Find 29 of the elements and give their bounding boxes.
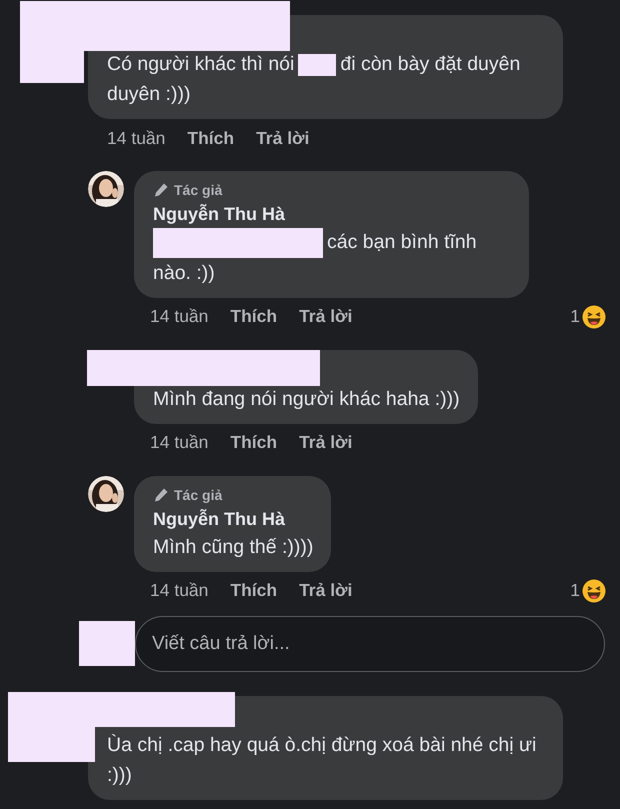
reaction-count[interactable]: 1 bbox=[570, 306, 580, 328]
pen-icon bbox=[153, 486, 169, 503]
timestamp[interactable]: 14 tuần bbox=[150, 432, 208, 454]
timestamp[interactable]: 14 tuần bbox=[150, 306, 208, 328]
like-link[interactable]: Thích bbox=[187, 128, 234, 148]
like-link[interactable]: Thích bbox=[230, 306, 278, 328]
commenter-name[interactable]: Nguyễn Thu Hà bbox=[153, 201, 511, 227]
timestamp[interactable]: 14 tuần bbox=[150, 580, 208, 602]
pen-icon bbox=[153, 182, 169, 198]
laughing-emoji-icon bbox=[582, 578, 606, 603]
commenter-name[interactable]: Nguyễn Thu Hà bbox=[153, 506, 314, 532]
comment-text: Mình đang nói người khác haha :))) bbox=[153, 386, 460, 412]
reply-link[interactable]: Trả lời bbox=[299, 580, 352, 602]
like-link[interactable]: Thích bbox=[230, 432, 278, 454]
comment-text: Ùa chị .cap hay quá ò.chị đừng xoá bài nhé chị ưi :))) bbox=[107, 732, 538, 788]
redaction-box bbox=[79, 621, 135, 666]
reply-link[interactable]: Trả lời bbox=[299, 306, 352, 328]
author-label: Tác giả bbox=[174, 486, 222, 503]
comment-text: các bạn bình tĩnh nào. :)) bbox=[153, 227, 511, 288]
comment-text: Có người khác thì nói đi còn bày đặt duyên duyên :))) bbox=[107, 52, 522, 107]
laughing-emoji-icon bbox=[582, 304, 606, 329]
author-label: Tác giả bbox=[174, 182, 222, 198]
reaction-count[interactable]: 1 bbox=[570, 580, 580, 602]
timestamp[interactable]: 14 tuần bbox=[107, 128, 166, 148]
comment-text: Mình cũng thế :)))) bbox=[153, 534, 314, 560]
reply-link[interactable]: Trả lời bbox=[299, 432, 352, 454]
reply-link[interactable]: Trả lời bbox=[256, 128, 310, 148]
reply-field[interactable]: Viết câu trả lời... bbox=[135, 616, 605, 672]
like-link[interactable]: Thích bbox=[230, 580, 278, 602]
